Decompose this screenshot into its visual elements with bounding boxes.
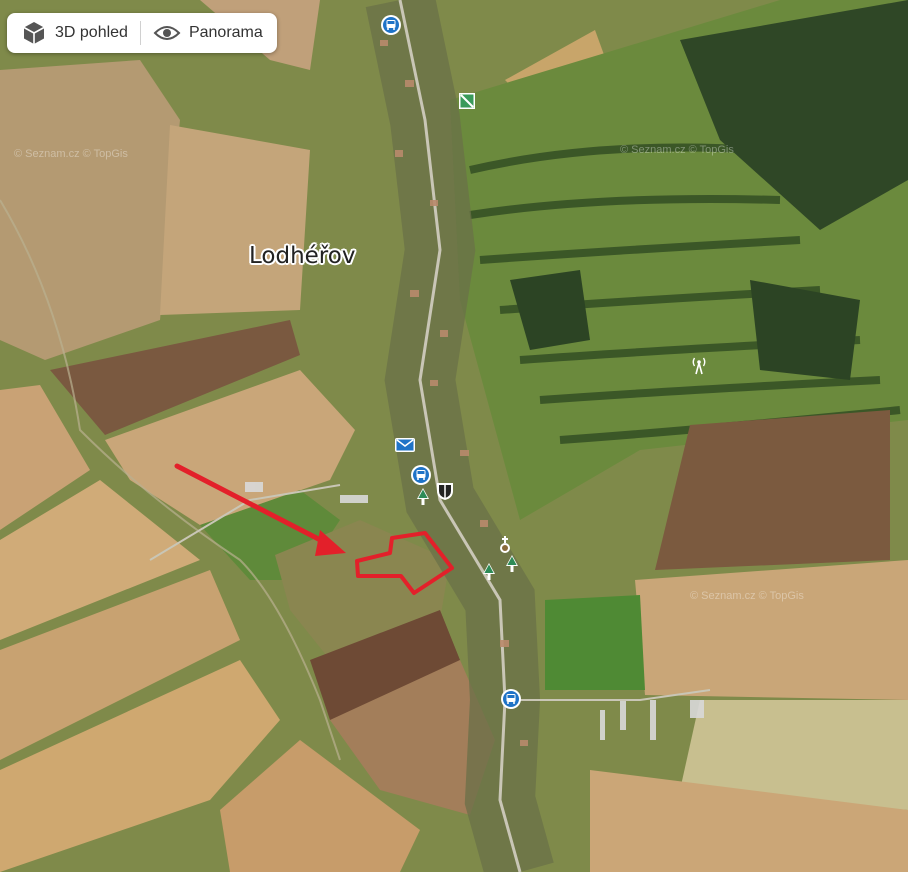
map-view-toolbar: 3D pohled Panorama [7, 13, 277, 53]
field [0, 60, 180, 360]
cube-icon [23, 22, 45, 44]
field [655, 410, 890, 570]
church-icon[interactable] [494, 534, 516, 556]
panorama-button[interactable]: Panorama [149, 13, 267, 53]
transmitter-icon[interactable] [688, 354, 710, 376]
map-watermark: © Seznam.cz © TopGis [620, 144, 734, 156]
tree-icon[interactable] [478, 561, 500, 583]
panorama-label: Panorama [188, 24, 263, 41]
tree-icon[interactable] [501, 553, 523, 575]
3d-view-button[interactable]: 3D pohled [17, 13, 132, 53]
3d-view-label: 3D pohled [55, 24, 128, 41]
map-sign-icon[interactable] [456, 90, 478, 112]
field [635, 560, 908, 700]
map-watermark: © Seznam.cz © TopGis [14, 148, 128, 160]
place-name-label: Lodhéřov [249, 243, 356, 269]
bus-stop-icon[interactable] [380, 14, 402, 36]
bus-stop-icon[interactable] [410, 464, 432, 486]
bus-stop-icon[interactable] [500, 688, 522, 710]
meadow [545, 595, 645, 690]
map-watermark: © Seznam.cz © TopGis [690, 590, 804, 602]
field [160, 125, 310, 315]
satellite-map[interactable] [0, 0, 908, 872]
toolbar-divider [139, 21, 141, 45]
eye-icon [153, 26, 181, 40]
coat-of-arms-icon[interactable] [434, 480, 456, 502]
tree-icon[interactable] [412, 486, 434, 508]
post-office-icon[interactable] [394, 434, 416, 456]
